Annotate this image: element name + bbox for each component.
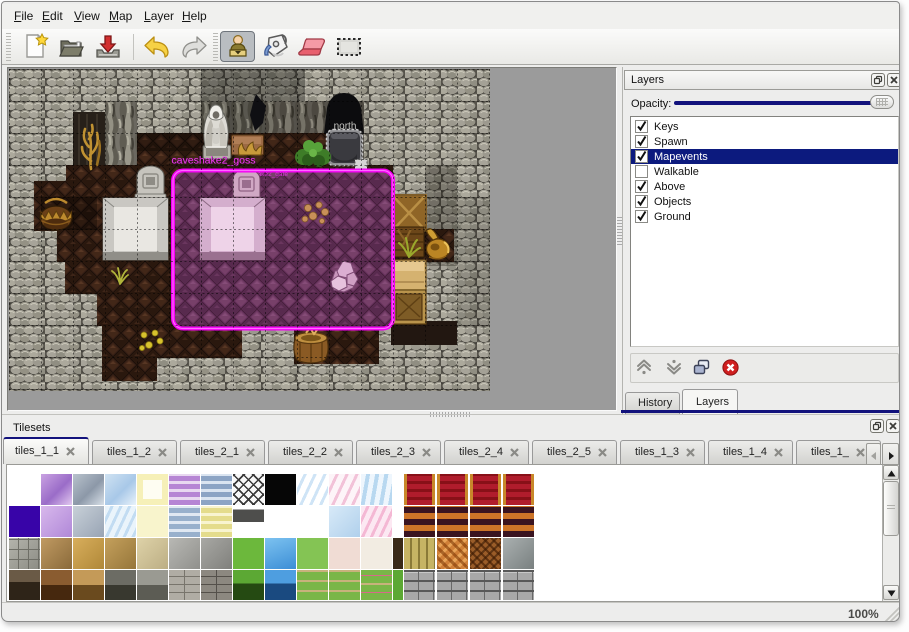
svg-text:caveshake2_goss: caveshake2_goss [171, 154, 255, 166]
svg-text:north: north [334, 121, 357, 132]
